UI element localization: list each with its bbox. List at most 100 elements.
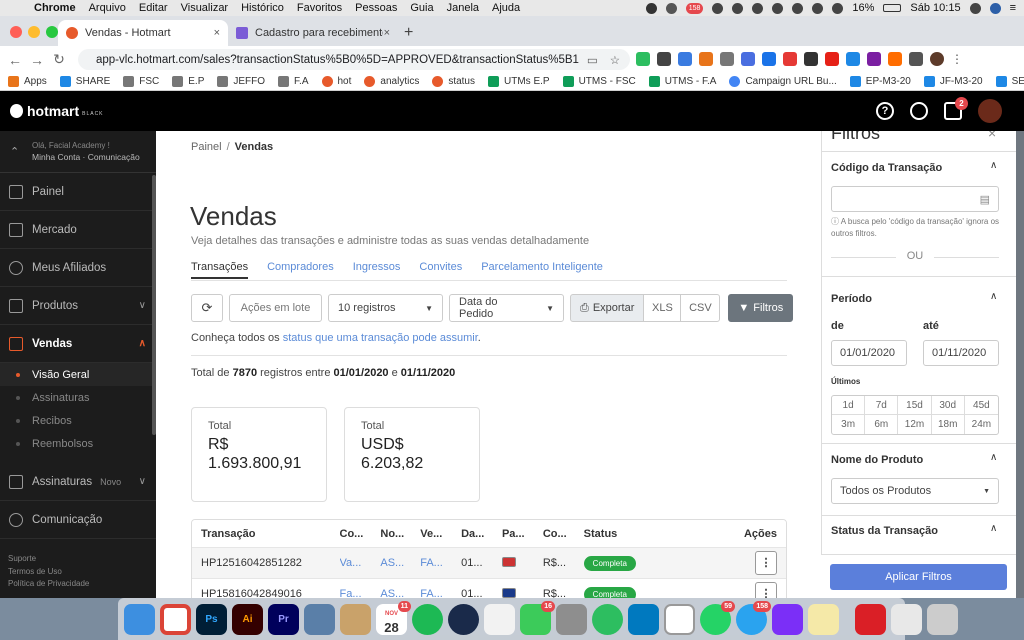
clickup-icon[interactable] <box>772 603 803 635</box>
menu-editar[interactable]: Editar <box>139 2 168 14</box>
cell-seller[interactable]: FA... <box>420 588 461 598</box>
xls-button[interactable]: XLS <box>643 294 682 322</box>
tab-compradores[interactable]: Compradores <box>267 261 334 279</box>
page-size-select[interactable]: 10 registros ▼ <box>328 294 443 322</box>
bookmark-analytics[interactable]: analytics <box>364 76 419 87</box>
user-avatar[interactable] <box>978 99 1002 123</box>
cell-buyer[interactable]: Fa... <box>340 588 381 598</box>
wifi-icon[interactable] <box>812 2 824 14</box>
notifications-icon[interactable]: 2 <box>944 97 968 120</box>
u-extension-icon[interactable] <box>888 52 902 66</box>
sidebar-user[interactable]: ⌃ Olá, Facial Academy ! Minha Conta · Co… <box>0 131 156 173</box>
sidebar-item-afiliados[interactable]: Meus Afiliados <box>0 249 156 287</box>
evernote-icon[interactable] <box>592 603 623 635</box>
chevron-up-icon[interactable]: ∧ <box>990 523 997 534</box>
help-icon[interactable]: ? <box>876 102 894 120</box>
bookmark-apps[interactable]: Apps <box>8 76 47 87</box>
row-actions-button[interactable]: ⋮ <box>755 582 777 598</box>
bookmark-star-icon[interactable]: ☆ <box>610 53 620 67</box>
col-pagamento[interactable]: Pa... <box>502 528 543 540</box>
tab-vendas-hotmart[interactable]: Vendas - Hotmart × <box>58 20 228 46</box>
menu-pessoas[interactable]: Pessoas <box>355 2 397 14</box>
notes-folder-icon[interactable] <box>340 603 371 635</box>
chip-18m[interactable]: 18m <box>932 415 965 434</box>
tab-cadastro[interactable]: Cadastro para recebimento de ... × <box>228 20 398 46</box>
trash-icon[interactable] <box>927 603 958 635</box>
chip-3m[interactable]: 3m <box>832 415 866 434</box>
menu-ajuda[interactable]: Ajuda <box>492 2 520 14</box>
sort-select[interactable]: Data do Pedido ▼ <box>449 294 564 322</box>
bookmark-utms-fa[interactable]: UTMS - F.A <box>648 76 716 87</box>
photoshop-icon[interactable]: Ps <box>196 603 227 635</box>
battery-percent[interactable]: 16% <box>852 2 874 14</box>
evernote-icon[interactable] <box>732 2 744 14</box>
minimize-window-button[interactable] <box>28 26 40 38</box>
col-vendedor[interactable]: Ve... <box>420 528 461 540</box>
product-select[interactable]: Todos os Produtos ▼ <box>831 478 999 504</box>
gear-icon[interactable] <box>665 2 677 14</box>
chevron-down-icon[interactable]: ∨ <box>139 300 146 311</box>
dropbox-icon[interactable] <box>712 2 724 14</box>
chrome-icon[interactable] <box>160 603 191 635</box>
finder-icon[interactable] <box>124 603 155 635</box>
chrome-menu-icon[interactable]: ⋮ <box>951 52 963 66</box>
orange-extension-icon[interactable] <box>699 52 713 66</box>
sidebar-item-mercado[interactable]: Mercado <box>0 211 156 249</box>
bookmark-ep-m3[interactable]: EP-M3-20 <box>849 76 911 87</box>
sidebar-item-vendas[interactable]: Vendas ∧ <box>0 325 156 363</box>
eyedropper-extension-icon[interactable] <box>804 52 818 66</box>
menu-arquivo[interactable]: Arquivo <box>89 2 126 14</box>
chevron-up-icon[interactable]: ⌃ <box>10 145 22 158</box>
close-tab-icon[interactable]: × <box>384 27 390 39</box>
blue-extension-icon[interactable] <box>678 52 692 66</box>
m-extension-icon[interactable] <box>657 52 671 66</box>
link-termos[interactable]: Termos de Uso <box>8 566 89 579</box>
col-comissao[interactable]: Co... <box>543 528 584 540</box>
back-icon[interactable]: ← <box>4 52 26 68</box>
menu-visualizar[interactable]: Visualizar <box>181 2 229 14</box>
sidebar-item-assinaturas[interactable]: Assinaturas Novo ∨ <box>0 463 156 501</box>
date-to-input[interactable]: 01/11/2020 <box>923 340 999 366</box>
system-preferences-icon[interactable] <box>556 603 587 635</box>
profile-avatar-icon[interactable] <box>930 52 944 66</box>
evernote-extension-icon[interactable] <box>636 52 650 66</box>
cell-transaction-id[interactable]: HP15816042849016 <box>192 588 340 598</box>
cast-icon[interactable]: ▭ <box>587 53 598 67</box>
word-doc-icon[interactable] <box>664 603 695 635</box>
spotify-icon[interactable] <box>412 603 443 635</box>
table-row[interactable]: HP12516042851282 Va... AS... FA... 01...… <box>192 548 786 579</box>
menu-app-name[interactable]: Chrome <box>34 2 76 14</box>
photos-folder-icon[interactable] <box>891 603 922 635</box>
bluetooth-icon[interactable] <box>772 2 784 14</box>
calendar-icon[interactable]: NOV 28 11 <box>376 600 411 635</box>
bookmark-jf-m3[interactable]: JF-M3-20 <box>923 76 983 87</box>
chip-30d[interactable]: 30d <box>931 396 965 415</box>
filter-heading[interactable]: Nome do Produto <box>831 454 923 466</box>
address-bar[interactable]: app-vlc.hotmart.com/sales?transactionSta… <box>78 49 630 70</box>
cell-buyer[interactable]: Va... <box>340 557 381 569</box>
chip-45d[interactable]: 45d <box>964 396 998 415</box>
bookmark-hot[interactable]: hot <box>321 76 351 87</box>
link-privacidade[interactable]: Política de Privacidade <box>8 578 89 591</box>
table-row[interactable]: HP15816042849016 Fa... AS... FA... 01...… <box>192 579 786 598</box>
filter-heading[interactable]: Período <box>831 293 872 305</box>
premiere-icon[interactable]: Pr <box>268 603 299 635</box>
clock[interactable]: Sáb 10:15 <box>910 2 960 14</box>
forward-icon[interactable]: → <box>26 52 48 68</box>
refresh-button[interactable]: ⟳ <box>191 294 223 322</box>
sidebar-sub-assinaturas[interactable]: Assinaturas <box>0 386 156 409</box>
reload-icon[interactable]: ↻ <box>48 51 70 68</box>
bookmark-utms-fsc[interactable]: UTMS - FSC <box>562 76 636 87</box>
cell-seller[interactable]: FA... <box>420 557 461 569</box>
menu-favoritos[interactable]: Favoritos <box>297 2 342 14</box>
puzzle-extension-icon[interactable] <box>909 52 923 66</box>
chevron-up-icon[interactable]: ∧ <box>990 160 997 171</box>
menu-historico[interactable]: Histórico <box>241 2 284 14</box>
notification-center-icon[interactable]: ≡ <box>1010 2 1016 14</box>
whatsapp-icon[interactable]: 59 <box>700 600 735 635</box>
account-links[interactable]: Minha Conta · Comunicação <box>32 152 140 162</box>
chip-7d[interactable]: 7d <box>865 396 899 415</box>
translate-extension-icon[interactable] <box>762 52 776 66</box>
date-from-input[interactable]: 01/01/2020 <box>831 340 907 366</box>
quicktime-icon[interactable] <box>448 603 479 635</box>
